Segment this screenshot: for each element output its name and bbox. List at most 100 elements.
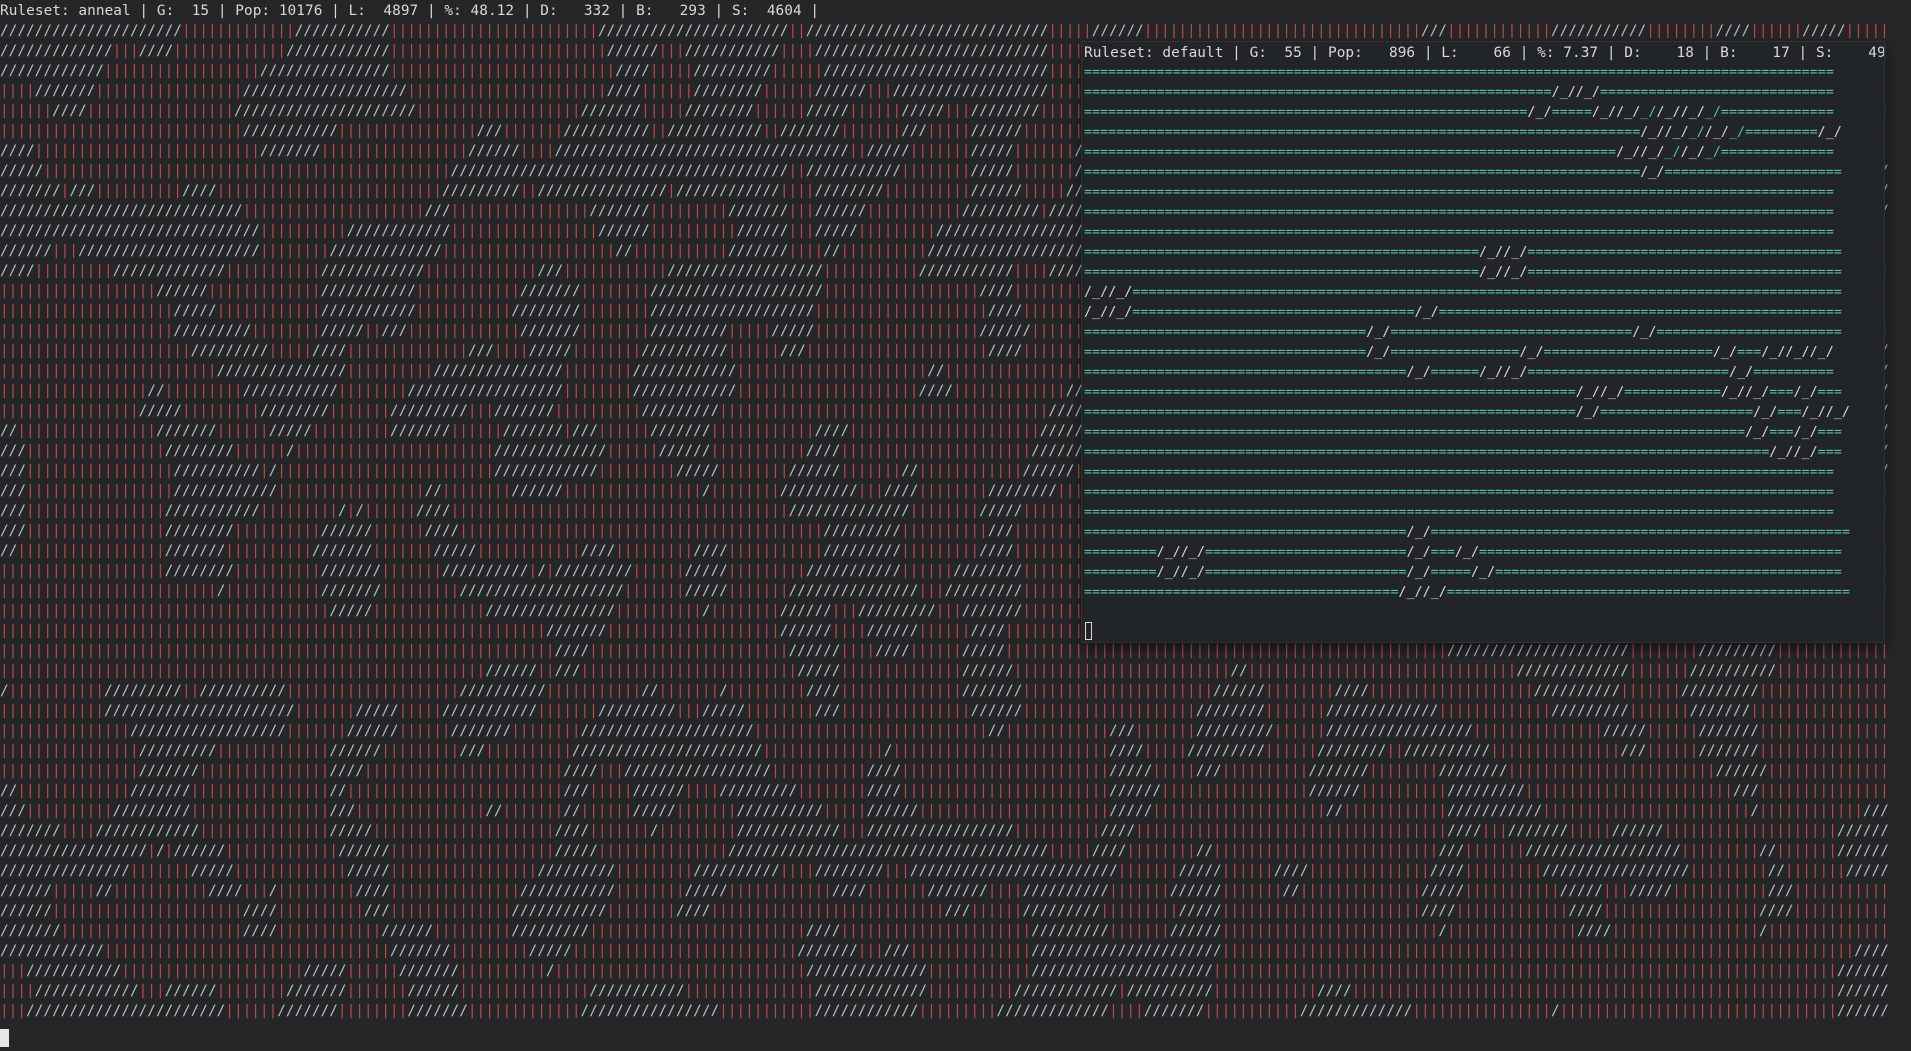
- popup-grid-row: ===================================/_/==…: [1084, 343, 1874, 363]
- popup-empty-run: ========================================…: [1084, 485, 1834, 500]
- popup-terminal-window[interactable]: Ruleset: default | G: 55 | Pop: 896 | L:…: [1082, 42, 1884, 642]
- popup-live-cell: /_/: [1680, 145, 1705, 160]
- popup-empty-run: ===================================: [1084, 345, 1367, 360]
- popup-empty-run: =======================================: [1527, 245, 1842, 260]
- main-grid-row: ||||////////////|||//////||||||||///////…: [0, 983, 1889, 999]
- popup-live-cell: /_/: [1519, 345, 1544, 360]
- popup-grid-row: ========================================…: [1084, 463, 1874, 483]
- popup-live-cell: /_/: [1156, 565, 1181, 580]
- popup-live-cell: /_/: [1575, 85, 1600, 100]
- popup-live-cell: /_/: [1479, 245, 1504, 260]
- popup-empty-run: ===: [1769, 385, 1794, 400]
- main-terminal[interactable]: Ruleset: anneal | G: 15 | Pop: 10176 | L…: [0, 0, 1911, 1051]
- popup-empty-run: _/==============: [1704, 105, 1834, 120]
- popup-grid-row: ======================================= /…: [1084, 583, 1874, 603]
- popup-live-cell: /_/: [1422, 585, 1447, 600]
- popup-live-cell: /_/: [1366, 345, 1391, 360]
- popup-empty-run: _/: [1640, 105, 1657, 120]
- popup-cell-grid: ========================================…: [1084, 63, 1874, 603]
- main-grid-row: |||||||||||||||//////////////////|||||||…: [0, 723, 1889, 739]
- popup-live-cell: /_/: [1704, 125, 1729, 140]
- main-terminal-cursor: [0, 1029, 9, 1047]
- popup-grid-row: ========================================…: [1084, 223, 1874, 243]
- popup-empty-run: _/==============: [1704, 145, 1834, 160]
- popup-empty-run: =======================: [1656, 325, 1842, 340]
- popup-empty-run: =====================: [1543, 345, 1713, 360]
- popup-empty-run: ========================================…: [1084, 165, 1641, 180]
- popup-empty-run: ========================================…: [1495, 565, 1842, 580]
- popup-grid-row: ========================================…: [1084, 263, 1874, 283]
- popup-empty-run: =========================: [1204, 545, 1407, 560]
- main-grid-row: ||||||||||||//////////////////////||||||…: [0, 703, 1889, 719]
- popup-empty-run: ======: [1430, 365, 1480, 380]
- popup-live-cell: /_/: [1793, 445, 1818, 460]
- popup-live-cell: /_/: [1454, 545, 1480, 560]
- popup-grid-row: =========/_//_/=========================…: [1084, 563, 1874, 583]
- main-grid-row: /|||||||||||/////////||//////////|||||||…: [0, 683, 1889, 699]
- popup-live-cell: /_/: [1084, 305, 1109, 320]
- popup-live-cell: /_/: [1793, 425, 1818, 440]
- popup-status-line: Ruleset: default | G: 55 | Pop: 896 | L:…: [1084, 45, 1884, 61]
- popup-empty-run: =========================: [1204, 565, 1407, 580]
- popup-live-cell: /_/: [1753, 405, 1778, 420]
- popup-live-cell: /_/: [1551, 85, 1576, 100]
- popup-empty-run: ========================================…: [1479, 545, 1842, 560]
- main-grid-row: ////////////||||||||||||||||||||||||||||…: [0, 943, 1889, 959]
- popup-grid-row: ========================================…: [1084, 523, 1874, 543]
- popup-empty-run: ========================================…: [1084, 405, 1576, 420]
- popup-live-cell: /_/: [1084, 285, 1109, 300]
- popup-live-cell: /_/: [1680, 105, 1705, 120]
- popup-live-cell: /_/: [1479, 265, 1504, 280]
- popup-empty-run: ========================================…: [1084, 85, 1552, 100]
- main-grid-row: ||||||||||||||||||||||||||||||||||||||||…: [0, 663, 1889, 679]
- popup-empty-run: ===================================: [1132, 305, 1415, 320]
- main-grid-row: ||||||||||||||||///////|||||||||||||||//…: [0, 763, 1889, 779]
- popup-live-cell: /_/: [1720, 385, 1746, 400]
- popup-live-cell: /_/: [1156, 545, 1181, 560]
- popup-empty-run: _/: [1688, 125, 1705, 140]
- popup-grid-row: ========================================…: [1084, 243, 1874, 263]
- popup-empty-run: ========================================…: [1084, 145, 1617, 160]
- popup-grid-row: ========================================…: [1084, 143, 1874, 163]
- popup-empty-run: =====: [1551, 105, 1592, 120]
- popup-live-cell: /_/: [1575, 385, 1600, 400]
- popup-live-cell: /_/: [1108, 305, 1133, 320]
- popup-grid-row: /_//_/==================================…: [1084, 303, 1874, 323]
- popup-empty-run: ========================================…: [1084, 105, 1528, 120]
- main-grid-row: //////||||||||||||||||||||||////||||||||…: [0, 903, 1889, 919]
- popup-grid-row: /_//_/==================================…: [1084, 283, 1874, 303]
- popup-empty-run: ========================================…: [1430, 525, 1850, 540]
- popup-live-cell: /_/: [1470, 565, 1496, 580]
- popup-empty-run: ========================================: [1084, 525, 1407, 540]
- popup-empty-run: =========: [1084, 565, 1157, 580]
- popup-empty-run: ================: [1390, 345, 1520, 360]
- popup-terminal-cursor: [1085, 622, 1092, 640]
- popup-live-cell: /_/: [1108, 285, 1133, 300]
- popup-live-cell: /_/: [1769, 445, 1794, 460]
- main-grid-row: /////////////////////|||||||||||||//////…: [0, 23, 1889, 39]
- popup-grid-row: ========================================…: [1084, 423, 1874, 443]
- main-grid-row: |||///////////////////////||||||///////|…: [0, 1003, 1889, 1019]
- main-grid-row: /////////////////|/|//////|||||||||||||/…: [0, 843, 1889, 859]
- main-grid-row: |||///////////|||||||||||||||||||||/////…: [0, 963, 1889, 979]
- popup-empty-run: ========================================…: [1084, 385, 1576, 400]
- popup-grid-row: ========================================…: [1084, 403, 1874, 423]
- popup-live-cell: /_/: [1793, 385, 1818, 400]
- popup-live-cell: /_/: [1664, 125, 1689, 140]
- popup-live-cell: /_/: [1632, 325, 1657, 340]
- popup-live-cell: /_/: [1817, 125, 1842, 140]
- popup-empty-run: ========================================…: [1084, 225, 1834, 240]
- popup-grid-row: ========================================…: [1084, 63, 1874, 83]
- popup-empty-run: ========================================…: [1446, 585, 1850, 600]
- main-grid-row: ||||||||||||||||||||||||||||||||||||||||…: [0, 643, 1889, 659]
- popup-live-cell: /_/: [1180, 565, 1205, 580]
- popup-empty-run: ===: [1817, 425, 1842, 440]
- popup-empty-run: ===================: [1599, 405, 1754, 420]
- popup-empty-run: =======================================: [1084, 585, 1399, 600]
- popup-live-cell: /_/: [1180, 545, 1205, 560]
- popup-empty-run: ======================: [1664, 165, 1842, 180]
- popup-empty-run: ==========: [1753, 365, 1834, 380]
- popup-empty-run: ========================================…: [1084, 425, 1746, 440]
- main-status-line: Ruleset: anneal | G: 15 | Pop: 10176 | L…: [0, 3, 820, 19]
- popup-live-cell: /_/: [1503, 265, 1528, 280]
